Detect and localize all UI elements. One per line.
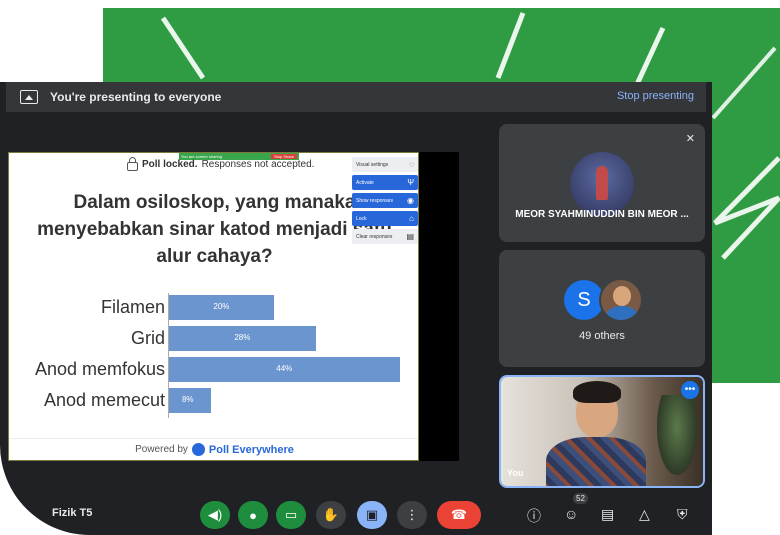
more-options-button[interactable]: ⋮ <box>397 501 427 529</box>
poll-locked-detail: Responses not accepted. <box>201 159 315 170</box>
stop-presenting-button[interactable]: Stop presenting <box>617 90 694 102</box>
bar-row: Filamen 20% <box>9 293 418 323</box>
bar-row: Anod memfokus 44% <box>9 355 418 385</box>
microphone-button[interactable]: ● <box>238 501 268 529</box>
plant <box>657 395 697 475</box>
info-icon[interactable]: ⓘ <box>527 506 541 526</box>
bar-category-label: Grid <box>130 328 165 348</box>
poll-control-panel: Visual settings ◌ Activate Ψ Show response… <box>352 157 418 247</box>
participant-tile[interactable]: ✕ MEOR SYAHMINUDDIN BIN MEOR ... <box>499 124 705 242</box>
activate-icon: Ψ <box>407 178 414 187</box>
palette-icon: ◌ <box>409 160 414 169</box>
participant-name: MEOR SYAHMINUDDIN BIN MEOR ... <box>515 209 689 220</box>
more-options-button[interactable]: ••• <box>681 381 699 399</box>
calendar-icon: ▤ <box>406 232 414 241</box>
participants-count-badge: 52 <box>573 493 588 504</box>
question-line: alur cahaya? <box>156 246 273 267</box>
show-responses-button[interactable]: Show responses ◉ <box>352 193 418 208</box>
clear-responses-label: Clear responses <box>356 233 393 240</box>
hand-icon: ✋ <box>322 507 340 522</box>
others-count: 49 others <box>579 330 625 342</box>
person-body <box>546 437 646 486</box>
camera-icon: ▭ <box>284 507 298 522</box>
poll-everywhere-logo-icon <box>191 443 205 456</box>
chat-icon[interactable]: ▤ <box>601 506 614 523</box>
mic-off-icon: ✕ <box>685 133 695 145</box>
bar-value-label: 28% <box>234 333 251 342</box>
show-responses-label: Show responses <box>356 197 393 204</box>
more-icon: ⋮ <box>405 507 419 522</box>
raise-hand-button[interactable]: ✋ <box>316 501 346 529</box>
powered-by-footer: Powered by Poll Everywhere <box>9 438 418 460</box>
bar-row: Anod memecut 8% <box>9 386 418 416</box>
lock-label: Lock <box>356 215 367 222</box>
visual-settings-button[interactable]: Visual settings ◌ <box>352 157 418 172</box>
host-controls-icon[interactable]: ⛨ <box>677 506 688 523</box>
bar-category-label: Filamen <box>100 297 165 317</box>
meet-window: You're presenting to everyone Stop prese… <box>0 82 712 535</box>
camera-button[interactable]: ▭ <box>276 501 306 529</box>
poll-everywhere-brand: Poll Everywhere <box>208 443 294 456</box>
avatar <box>599 278 643 322</box>
shared-slide: You are screen sharing Stop Share Poll l… <box>8 152 419 461</box>
person-hair <box>573 381 621 403</box>
activate-label: Activate <box>356 179 374 186</box>
self-video-tile[interactable]: You ••• <box>499 375 705 488</box>
bar-row: Grid 28% <box>9 324 418 354</box>
poll-locked-status: Poll locked. Responses not accepted. <box>127 157 315 171</box>
mic-icon: ● <box>249 507 257 523</box>
activities-icon[interactable]: △ <box>639 506 650 523</box>
meeting-controls-bar: Fizik T5 ◀) ● ▭ ✋ ▣ ⋮ ☎ ⓘ 52 ☺ ▤ △ ⛨ <box>0 493 712 535</box>
presenting-banner: You're presenting to everyone Stop prese… <box>6 82 706 112</box>
present-icon <box>20 90 38 104</box>
clear-responses-button[interactable]: Clear responses ▤ <box>352 229 418 244</box>
bar-category-label: Anod memfokus <box>34 359 165 379</box>
avatar <box>570 152 634 216</box>
bar-value-label: 44% <box>276 364 293 373</box>
eye-icon: ◉ <box>407 196 414 205</box>
present-now-button[interactable]: ▣ <box>357 501 387 529</box>
people-icon[interactable]: ☺ <box>564 506 578 522</box>
visual-settings-label: Visual settings <box>356 161 389 168</box>
lock-button[interactable]: Lock ⌂ <box>352 211 418 226</box>
self-label: You <box>507 468 524 478</box>
avatar: S <box>564 280 604 320</box>
leave-call-button[interactable]: ☎ <box>437 501 481 529</box>
speaker-icon: ◀) <box>207 507 223 522</box>
others-tile[interactable]: S 49 others <box>499 250 705 367</box>
bar-category-label: Anod memecut <box>43 390 165 410</box>
speaker-button[interactable]: ◀) <box>200 501 230 529</box>
lock-icon <box>127 157 138 171</box>
presenting-message: You're presenting to everyone <box>50 90 222 104</box>
meeting-name: Fizik T5 <box>52 507 93 519</box>
activate-button[interactable]: Activate Ψ <box>352 175 418 190</box>
powered-by-label: Powered by <box>135 444 188 455</box>
bar-value-label: 20% <box>213 302 230 311</box>
present-now-icon: ▣ <box>365 507 379 522</box>
bar-value-label: 8% <box>181 395 194 404</box>
lock-icon: ⌂ <box>409 214 414 223</box>
poll-locked-label: Poll locked. <box>142 159 198 170</box>
end-call-icon: ☎ <box>450 507 468 522</box>
slide-letterbox <box>419 152 459 461</box>
